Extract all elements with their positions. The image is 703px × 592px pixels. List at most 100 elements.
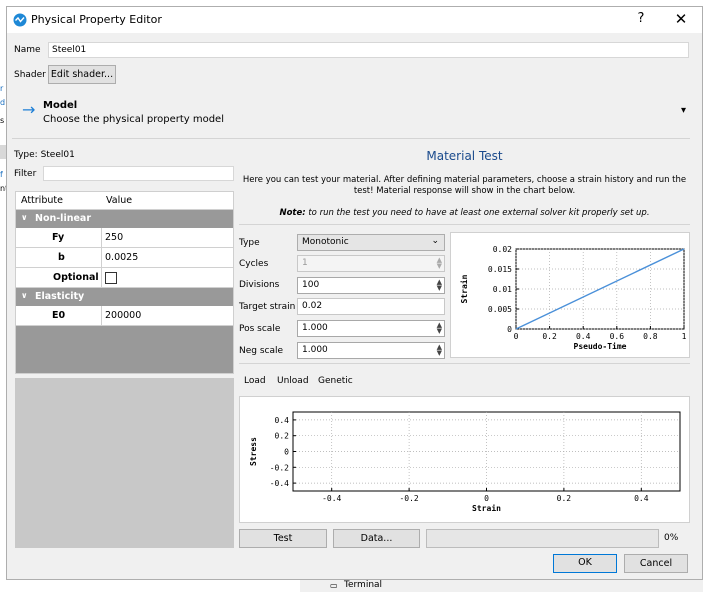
x-tick-label: -0.2 [399, 494, 418, 503]
x-tick-label: 0.2 [542, 332, 557, 341]
group-label: Non-linear [35, 213, 91, 224]
pos-scale-label: Pos scale [239, 324, 281, 334]
background-app-bottom: ▭ Terminal [300, 579, 703, 592]
attr-name: E0 [52, 310, 66, 321]
material-test-description: Here you can test your material. After d… [239, 175, 690, 197]
close-button[interactable]: ✕ [671, 10, 691, 28]
target-strain-input[interactable]: 0.02 [297, 298, 445, 315]
attr-name: Fy [52, 232, 65, 243]
table-row: b 0.0025 [16, 248, 233, 268]
x-tick-label: 0 [514, 332, 519, 341]
neg-scale-label: Neg scale [239, 346, 284, 356]
app-icon [13, 13, 27, 27]
name-value: Steel01 [52, 45, 87, 55]
chevron-down-icon: ∨ [21, 291, 28, 300]
background-text: d [0, 98, 6, 107]
background-text: f [0, 170, 3, 179]
physical-property-editor-dialog: Physical Property Editor ? ✕ Name Steel0… [6, 6, 703, 580]
cancel-button[interactable]: Cancel [624, 554, 688, 573]
description-line: Here you can test your material. After d… [242, 175, 687, 185]
model-subtitle: Choose the physical property model [43, 114, 224, 125]
y-tick-label: 0.02 [493, 245, 512, 254]
y-tick-label: 0 [284, 448, 289, 457]
optional-checkbox[interactable] [105, 272, 117, 284]
divider [239, 363, 690, 364]
divisions-value: 100 [302, 280, 320, 290]
x-tick-label: 0.2 [557, 494, 572, 503]
stepper-arrows-icon: ▲ ▼ [436, 343, 442, 357]
shader-label: Shader [14, 70, 46, 80]
y-tick-label: 0 [507, 325, 512, 334]
note-bold: Note: [279, 208, 306, 218]
ok-button[interactable]: OK [553, 554, 617, 573]
e0-value-cell[interactable]: 200000 [102, 306, 233, 326]
attr-value: 250 [105, 232, 124, 243]
attr-value: 0.0025 [105, 252, 139, 263]
x-tick-label: 0 [484, 494, 489, 503]
tab-unload[interactable]: Unload [277, 376, 309, 386]
table-row: Fy 250 [16, 228, 233, 248]
divisions-stepper[interactable]: 100 ▲ ▼ [297, 277, 445, 294]
column-attribute: Attribute [21, 195, 63, 206]
model-title: Model [43, 100, 78, 111]
cycles-stepper[interactable]: 1 ▲ ▼ [297, 255, 445, 272]
model-selector[interactable]: → Model Choose the physical property mod… [12, 93, 697, 133]
stepper-arrows-icon: ▲ ▼ [436, 278, 442, 292]
table-header: Attribute Value [16, 192, 233, 210]
progress-bar [426, 529, 659, 548]
name-field[interactable]: Steel01 [48, 42, 689, 58]
filter-input[interactable] [43, 166, 234, 181]
chevron-down-icon: ⌄ [431, 236, 439, 246]
response-svg: -0.4 -0.2 0 0.2 0.4 0.4 0.2 0 -0.2 -0.4 Strain Stre… [249, 411, 681, 513]
strain-history-chart: 0 0.2 0.4 0.6 0.8 1 0 0.005 0.01 0.015 0.02 Pseudo-… [450, 232, 690, 358]
x-axis-label: Strain [472, 503, 501, 513]
progress-text: 0% [664, 533, 679, 543]
table-row: Optional [16, 268, 233, 288]
data-button[interactable]: Data... [333, 529, 420, 548]
test-button[interactable]: Test [239, 529, 327, 548]
terminal-icon: ▭ [330, 581, 338, 590]
type-select[interactable]: Monotonic ⌄ [297, 234, 445, 251]
background-text: r [0, 84, 4, 93]
help-button[interactable]: ? [631, 11, 651, 26]
chevron-down-icon: ▾ [681, 105, 687, 116]
chevron-down-icon: ∨ [21, 213, 28, 222]
note-text: Note: to run the test you need to have a… [239, 208, 690, 218]
cycles-label: Cycles [239, 259, 269, 269]
b-value-cell[interactable]: 0.0025 [102, 248, 233, 268]
tab-genetic[interactable]: Genetic [318, 376, 353, 386]
x-axis-label: Pseudo-Time [574, 341, 627, 351]
stepper-arrows-icon: ▲ ▼ [436, 321, 442, 335]
edit-shader-button[interactable]: Edit shader... [48, 65, 116, 84]
y-tick-label: 0.2 [275, 432, 290, 441]
title-bar: Physical Property Editor ? ✕ [7, 7, 702, 33]
preview-panel [15, 378, 234, 548]
neg-scale-stepper[interactable]: 1.000 ▲ ▼ [297, 342, 445, 359]
cycles-value: 1 [302, 258, 308, 268]
description-line: test! Material response will show in the… [353, 186, 576, 196]
type-field-label: Type [239, 238, 260, 248]
background-text: s [0, 116, 5, 125]
pos-scale-stepper[interactable]: 1.000 ▲ ▼ [297, 320, 445, 337]
arrow-right-icon: → [22, 100, 36, 119]
y-tick-label: -0.4 [270, 479, 289, 488]
type-label: Type: Steel01 [14, 150, 75, 160]
attr-value: 200000 [105, 310, 142, 321]
x-tick-label: -0.4 [322, 494, 341, 503]
material-test-title: Material Test [426, 149, 503, 163]
dialog-title: Physical Property Editor [31, 13, 162, 26]
y-axis-label: Stress [249, 437, 258, 466]
group-non-linear[interactable]: ∨ Non-linear [16, 210, 233, 228]
x-tick-label: 0.6 [610, 332, 625, 341]
strain-history-svg: 0 0.2 0.4 0.6 0.8 1 0 0.005 0.01 0.015 0.02 Pseudo-… [459, 245, 687, 351]
divider [239, 224, 690, 225]
column-value: Value [106, 195, 133, 206]
y-tick-label: 0.015 [488, 265, 512, 274]
response-chart: -0.4 -0.2 0 0.2 0.4 0.4 0.2 0 -0.2 -0.4 Strain Stre… [239, 396, 690, 523]
tab-load[interactable]: Load [244, 376, 266, 386]
group-elasticity[interactable]: ∨ Elasticity [16, 288, 233, 306]
target-strain-label: Target strain [239, 302, 296, 312]
y-tick-label: -0.2 [270, 463, 289, 472]
fy-value-cell[interactable]: 250 [102, 228, 233, 248]
attr-name: Optional [53, 272, 99, 283]
